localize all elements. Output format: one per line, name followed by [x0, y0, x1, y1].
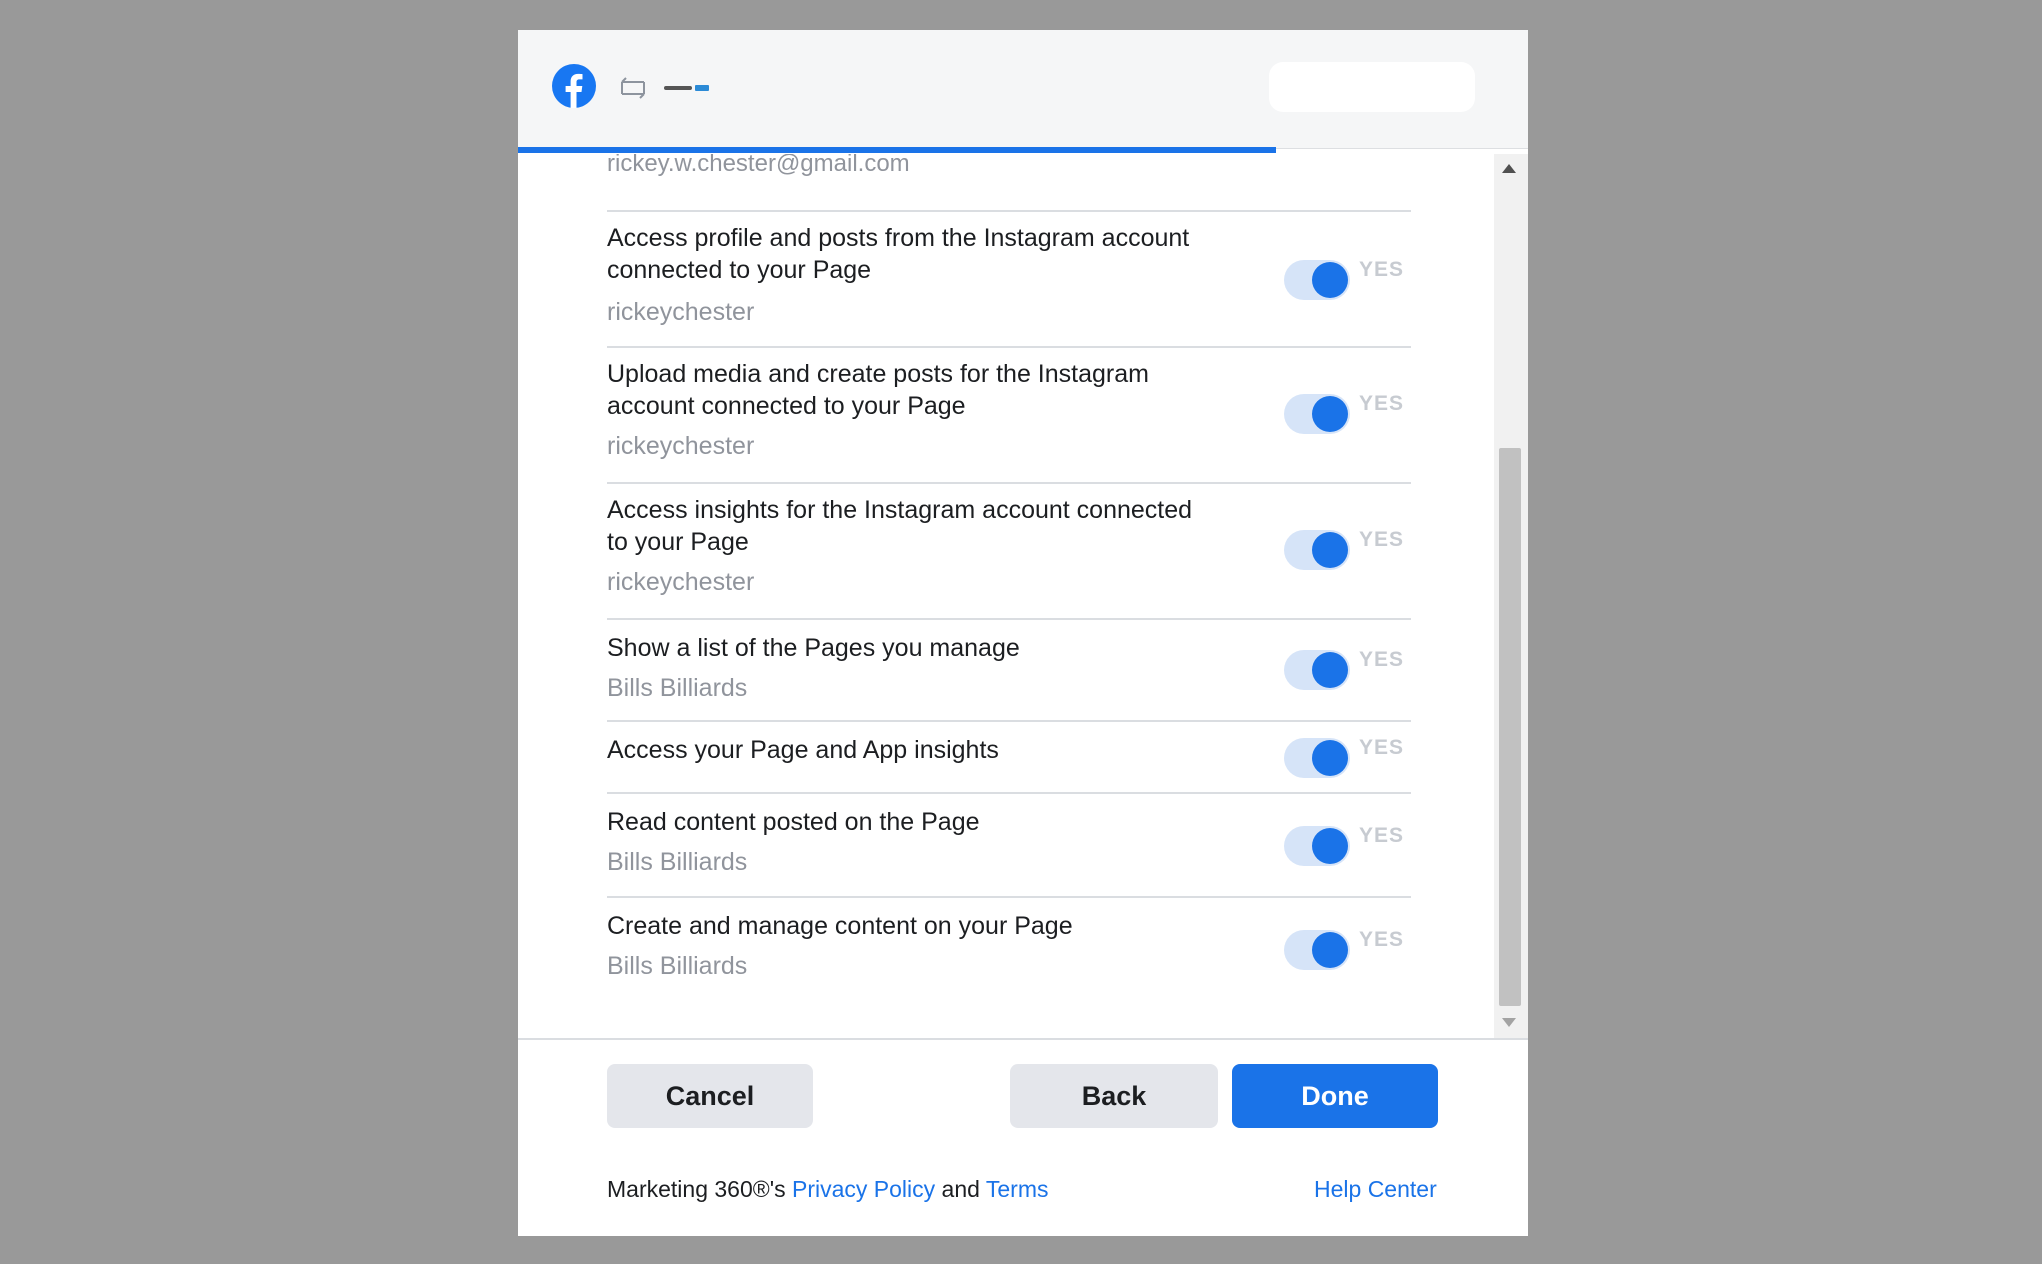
toggle-state-label: YES [1359, 258, 1405, 281]
done-button[interactable]: Done [1232, 1064, 1438, 1128]
dialog-header [518, 30, 1528, 149]
toggle-knob [1312, 262, 1348, 298]
scroll-down-arrow-icon[interactable] [1502, 1018, 1516, 1027]
privacy-policy-link[interactable]: Privacy Policy [792, 1176, 935, 1202]
back-button[interactable]: Back [1010, 1064, 1218, 1128]
toggle-state-label: YES [1359, 648, 1405, 671]
permissions-dialog: rickey.w.chester@gmail.com Access profil… [518, 30, 1528, 1236]
permission-toggle[interactable] [1284, 738, 1350, 778]
toggle-knob [1312, 652, 1348, 688]
permission-account: rickeychester [607, 298, 755, 326]
scroll-up-arrow-icon[interactable] [1502, 164, 1516, 173]
toggle-state-label: YES [1359, 928, 1405, 951]
toggle-knob [1312, 828, 1348, 864]
permission-row: Create and manage content on your Page Bi… [607, 896, 1411, 1002]
policy-prefix: Marketing 360®'s [607, 1176, 792, 1202]
permission-title: Upload media and create posts for the In… [607, 360, 1149, 420]
permission-title: Read content posted on the Page [607, 808, 980, 836]
permission-account: rickeychester [607, 432, 755, 460]
policy-and: and [935, 1176, 986, 1202]
toggle-knob [1312, 740, 1348, 776]
toggle-knob [1312, 532, 1348, 568]
permission-row: Access profile and posts from the Instag… [607, 210, 1411, 348]
permission-toggle[interactable] [1284, 260, 1350, 300]
permission-toggle[interactable] [1284, 826, 1350, 866]
permission-toggle[interactable] [1284, 930, 1350, 970]
permission-row: Read content posted on the Page Bills Bil… [607, 792, 1411, 898]
permission-account: rickeychester [607, 568, 755, 596]
toggle-knob [1312, 396, 1348, 432]
terms-link[interactable]: Terms [986, 1176, 1049, 1202]
scrollbar[interactable] [1494, 154, 1528, 1038]
permission-title: Show a list of the Pages you manage [607, 634, 1020, 662]
cancel-button[interactable]: Cancel [607, 1064, 813, 1128]
account-email: rickey.w.chester@gmail.com [607, 154, 910, 177]
account-pill [1269, 62, 1475, 112]
toggle-knob [1312, 932, 1348, 968]
permission-account: Bills Billiards [607, 848, 748, 876]
permission-toggle[interactable] [1284, 530, 1350, 570]
toggle-state-label: YES [1359, 392, 1405, 415]
permission-title: Access profile and posts from the Instag… [607, 224, 1190, 284]
policy-text: Marketing 360®'s Privacy Policy and Term… [607, 1176, 1049, 1203]
permission-toggle[interactable] [1284, 650, 1350, 690]
permissions-list[interactable]: rickey.w.chester@gmail.com Access profil… [518, 154, 1494, 1038]
toggle-state-label: YES [1359, 824, 1405, 847]
permission-account: Bills Billiards [607, 952, 748, 980]
permission-title: Access your Page and App insights [607, 736, 999, 764]
toggle-state-label: YES [1359, 528, 1405, 551]
permission-row: Upload media and create posts for the In… [607, 346, 1411, 484]
permission-row: Access your Page and App insights YES [607, 720, 1411, 794]
permission-toggle[interactable] [1284, 394, 1350, 434]
facebook-icon [552, 64, 596, 108]
permission-title: Access insights for the Instagram accoun… [607, 496, 1193, 556]
marketing-360-logo [664, 82, 710, 94]
permission-row: Access insights for the Instagram accoun… [607, 482, 1411, 620]
scrollbar-thumb[interactable] [1499, 448, 1521, 1006]
swap-icon [621, 77, 645, 99]
footer-divider [518, 1038, 1528, 1040]
toggle-state-label: YES [1359, 736, 1405, 759]
help-center-link[interactable]: Help Center [1314, 1176, 1437, 1203]
permission-account: Bills Billiards [607, 674, 748, 702]
permission-row: Show a list of the Pages you manage Bills… [607, 618, 1411, 722]
permission-title: Create and manage content on your Page [607, 912, 1073, 940]
progress-bar [518, 147, 1276, 153]
